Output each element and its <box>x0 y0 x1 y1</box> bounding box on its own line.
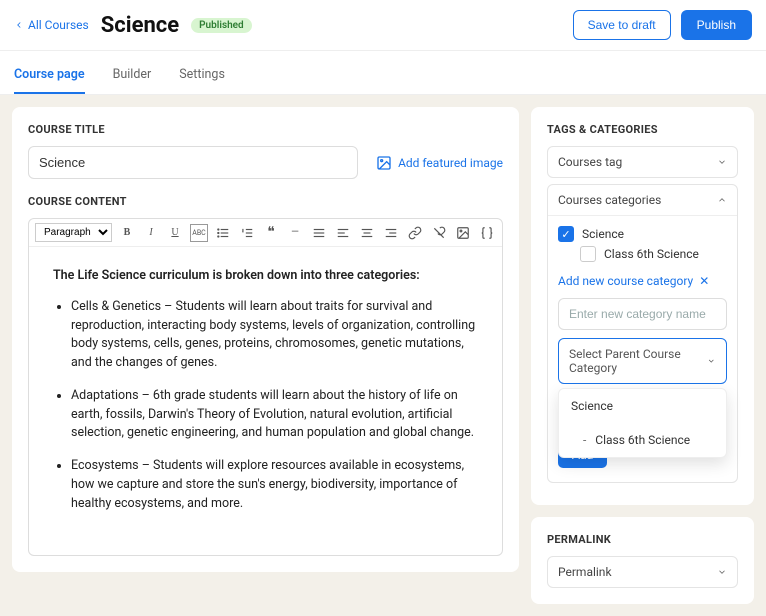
checkbox-empty-icon[interactable] <box>580 246 596 262</box>
parent-category-dropdown: Science Class 6th Science <box>558 388 727 458</box>
add-new-category-link[interactable]: Add new course category ✕ <box>558 274 709 288</box>
courses-categories-label: Courses categories <box>558 193 661 207</box>
close-icon[interactable]: ✕ <box>699 274 709 288</box>
content-lead: The Life Science curriculum is broken do… <box>53 268 416 283</box>
format-select[interactable]: Paragraph <box>35 223 112 242</box>
chevron-left-icon <box>14 20 24 30</box>
add-featured-image-link[interactable]: Add featured image <box>376 155 503 171</box>
parent-category-value: Select Parent Course Category <box>569 347 707 375</box>
image-insert-button[interactable] <box>454 224 472 242</box>
save-draft-button[interactable]: Save to draft <box>573 10 671 40</box>
bold-button[interactable]: B <box>118 224 136 242</box>
category-row-class-6th[interactable]: Class 6th Science <box>580 246 727 262</box>
tab-course-page[interactable]: Course page <box>14 59 85 94</box>
parent-category-select[interactable]: Select Parent Course Category <box>558 338 727 384</box>
course-content-label: COURSE CONTENT <box>28 195 503 208</box>
permalink-panel[interactable]: Permalink <box>548 557 737 587</box>
code-button[interactable] <box>478 224 496 242</box>
content-bullet: Cells & Genetics – Students will learn a… <box>71 298 478 373</box>
italic-button[interactable]: I <box>142 224 160 242</box>
image-icon <box>376 155 392 171</box>
number-list-button[interactable] <box>238 224 256 242</box>
content-bullet: Adaptations – 6th grade students will le… <box>71 387 478 443</box>
bullet-list-button[interactable] <box>214 224 232 242</box>
permalink-section-label: PERMALINK <box>547 533 738 546</box>
chevron-up-icon <box>717 195 727 205</box>
course-title-label: COURSE TITLE <box>28 123 503 136</box>
tags-card: TAGS & CATEGORIES Courses tag Courses ca… <box>531 107 754 505</box>
courses-categories-panel[interactable]: Courses categories <box>548 185 737 216</box>
main-card: COURSE TITLE Add featured image COURSE C… <box>12 107 519 572</box>
checkbox-checked-icon[interactable] <box>558 226 574 242</box>
publish-button[interactable]: Publish <box>681 10 752 40</box>
category-label: Science <box>582 227 624 241</box>
hr-button[interactable]: — <box>286 224 304 242</box>
content-bullet: Ecosystems – Students will explore resou… <box>71 457 478 513</box>
chevron-down-icon <box>707 356 716 366</box>
unlink-button[interactable] <box>430 224 448 242</box>
chevron-down-icon <box>717 567 727 577</box>
tabs: Course page Builder Settings <box>0 51 766 95</box>
align-left-button[interactable] <box>334 224 352 242</box>
category-row-science[interactable]: Science <box>558 226 727 242</box>
align-center-button[interactable] <box>358 224 376 242</box>
chevron-down-icon <box>717 157 727 167</box>
editor-body[interactable]: The Life Science curriculum is broken do… <box>29 247 502 555</box>
status-badge: Published <box>191 18 252 33</box>
courses-tag-label: Courses tag <box>558 155 622 169</box>
tab-settings[interactable]: Settings <box>179 59 225 94</box>
page-title: Science <box>101 13 179 38</box>
tab-builder[interactable]: Builder <box>113 59 152 94</box>
content-editor: Paragraph B I U ABC ❝ — The Life Science <box>28 218 503 556</box>
back-label: All Courses <box>28 18 89 32</box>
link-button[interactable] <box>406 224 424 242</box>
course-title-input[interactable] <box>28 146 358 179</box>
align-right-button[interactable] <box>382 224 400 242</box>
permalink-value: Permalink <box>558 565 612 579</box>
align-justify-button[interactable] <box>310 224 328 242</box>
tags-section-label: TAGS & CATEGORIES <box>547 123 738 136</box>
dropdown-item-science[interactable]: Science <box>559 389 726 423</box>
strike-button[interactable]: ABC <box>190 224 208 242</box>
editor-toolbar: Paragraph B I U ABC ❝ — <box>29 219 502 247</box>
featured-image-label: Add featured image <box>398 156 503 170</box>
category-label: Class 6th Science <box>604 247 699 261</box>
quote-button[interactable]: ❝ <box>262 224 280 242</box>
permalink-card: PERMALINK Permalink <box>531 517 754 604</box>
new-category-input[interactable] <box>558 298 727 330</box>
back-link[interactable]: All Courses <box>14 18 89 32</box>
underline-button[interactable]: U <box>166 224 184 242</box>
courses-tag-panel[interactable]: Courses tag <box>548 147 737 177</box>
add-new-category-label: Add new course category <box>558 274 693 288</box>
dropdown-item-class-6th[interactable]: Class 6th Science <box>559 423 726 457</box>
